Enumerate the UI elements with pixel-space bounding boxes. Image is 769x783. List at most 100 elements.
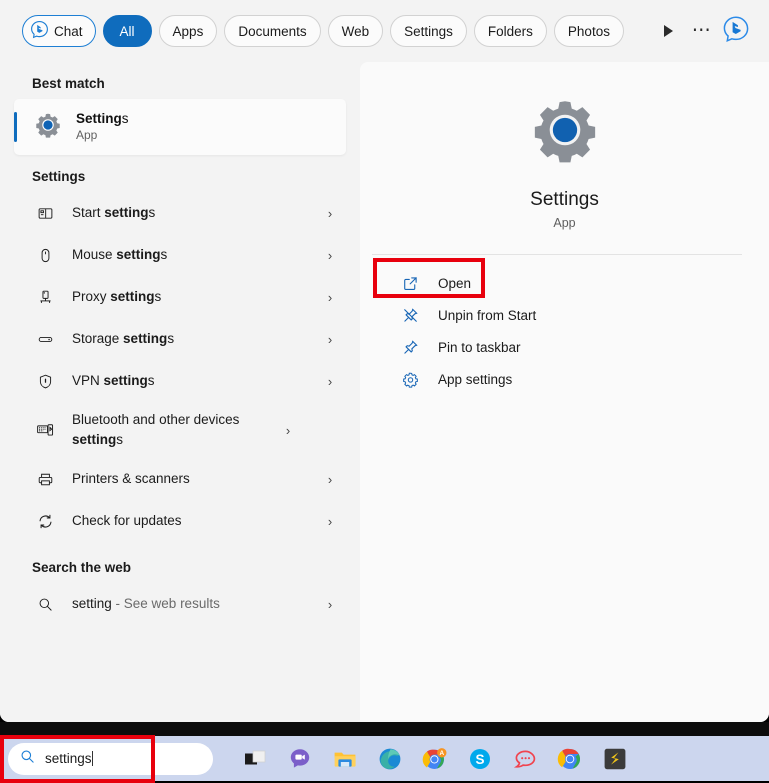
filter-overflow-next-button[interactable]: [651, 14, 685, 48]
chevron-right-icon: ›: [327, 247, 333, 263]
taskbar-icon-chat-bubble[interactable]: [510, 743, 540, 775]
result-item-proxy-settings[interactable]: Proxy settings ›: [14, 276, 346, 318]
filter-pill-all-label: All: [119, 23, 135, 39]
play-icon: [663, 25, 673, 37]
action-unpin-label: Unpin from Start: [438, 307, 537, 323]
taskbar-icon-chrome[interactable]: [555, 743, 585, 775]
taskbar-icon-sublime-text[interactable]: [600, 743, 630, 775]
result-item-start-settings[interactable]: Start settings ›: [14, 192, 346, 234]
result-label-storage-settings: Storage settings: [72, 331, 175, 347]
taskbar-icon-file-explorer[interactable]: [330, 743, 360, 775]
search-icon: [19, 748, 36, 770]
search-results-column: Best match Settings App Settings Start s…: [0, 62, 360, 722]
action-pin-to-taskbar[interactable]: Pin to taskbar: [384, 331, 769, 363]
chevron-right-icon: ›: [285, 422, 291, 438]
chevron-right-icon: ›: [327, 596, 333, 612]
search-icon: [34, 596, 56, 613]
result-label-printers-scanners: Printers & scanners: [72, 471, 190, 487]
filter-pill-documents[interactable]: Documents: [224, 15, 321, 47]
result-item-vpn-settings[interactable]: VPN settings ›: [14, 360, 346, 402]
filter-pill-apps[interactable]: Apps: [158, 15, 218, 47]
best-match-subtitle: App: [76, 128, 98, 143]
result-label-start-settings: Start settings: [72, 205, 156, 221]
filter-pill-web-label: Web: [341, 23, 370, 39]
taskbar-icon-edge[interactable]: [375, 743, 405, 775]
filter-pill-folders-label: Folders: [487, 23, 533, 39]
chevron-right-icon: ›: [327, 289, 333, 305]
result-item-mouse-settings[interactable]: Mouse settings ›: [14, 234, 346, 276]
filter-pill-apps-label: Apps: [172, 23, 204, 39]
result-item-bluetooth-settings[interactable]: Bluetooth and other devices settings ›: [14, 402, 346, 458]
best-match-title: Settings: [76, 111, 129, 128]
windows-taskbar: settings A S: [0, 734, 769, 783]
printer-icon: [34, 471, 56, 488]
ellipsis-icon: ⋯: [691, 20, 713, 41]
unpin-icon: [400, 307, 420, 324]
filter-pill-all[interactable]: All: [102, 15, 152, 47]
result-item-web-search[interactable]: setting - See web results ›: [14, 583, 346, 625]
filter-pill-photos[interactable]: Photos: [553, 15, 624, 47]
result-label-mouse-settings: Mouse settings: [72, 247, 168, 263]
bing-chat-button[interactable]: [719, 14, 753, 48]
web-search-suffix: - See web results: [111, 596, 220, 612]
best-match-texts: Settings App: [76, 111, 129, 144]
chevron-right-icon: ›: [327, 513, 333, 529]
result-label-proxy-settings: Proxy settings: [72, 289, 162, 305]
filter-pill-settings[interactable]: Settings: [390, 15, 467, 47]
filter-pill-settings-label: Settings: [404, 23, 453, 39]
best-match-title-rest: s: [121, 110, 129, 126]
best-match-result-settings[interactable]: Settings App: [14, 99, 346, 155]
bluetooth-devices-icon: [34, 421, 56, 439]
app-action-list: Open Unpin from Start Pin to taskbar App…: [360, 255, 769, 395]
result-label-bluetooth-settings: Bluetooth and other devices settings: [72, 412, 240, 447]
filter-pill-documents-label: Documents: [238, 23, 307, 39]
settings-gear-icon: [34, 111, 62, 144]
pin-icon: [400, 339, 420, 356]
result-item-storage-settings[interactable]: Storage settings ›: [14, 318, 346, 360]
action-app-settings-label: App settings: [438, 371, 513, 387]
search-the-web-heading: Search the web: [32, 560, 132, 575]
search-filter-bar: Chat All Apps Documents Web Settings Fol…: [0, 0, 769, 62]
action-app-settings[interactable]: App settings: [384, 363, 769, 395]
action-open[interactable]: Open: [384, 267, 769, 299]
filter-pill-folders[interactable]: Folders: [473, 15, 547, 47]
action-open-label: Open: [438, 275, 472, 291]
preview-app-name: Settings: [530, 189, 599, 210]
taskbar-icon-teams-chat[interactable]: [285, 743, 315, 775]
app-preview-panel: Settings App Open Unpin from Start Pin t…: [360, 62, 769, 722]
action-unpin-from-start[interactable]: Unpin from Start: [384, 299, 769, 331]
storage-drive-icon: [34, 331, 56, 348]
chevron-right-icon: ›: [327, 373, 333, 389]
taskbar-icon-task-view[interactable]: [240, 743, 270, 775]
result-item-printers-scanners[interactable]: Printers & scanners ›: [14, 458, 346, 500]
filter-bar-actions: ⋯: [651, 14, 769, 48]
mouse-icon: [34, 247, 56, 264]
more-options-button[interactable]: ⋯: [685, 14, 719, 48]
text-caret: [91, 751, 93, 766]
best-match-heading: Best match: [32, 76, 105, 91]
taskbar-icon-skype[interactable]: S: [465, 743, 495, 775]
start-menu-icon: [34, 205, 56, 222]
result-label-vpn-settings: VPN settings: [72, 373, 155, 389]
gear-icon: [400, 371, 420, 388]
result-label-check-for-updates: Check for updates: [72, 513, 182, 529]
filter-pill-chat[interactable]: Chat: [22, 15, 96, 47]
best-match-title-bold: Setting: [76, 110, 122, 126]
svg-text:S: S: [475, 752, 484, 767]
search-flyout-panel: Chat All Apps Documents Web Settings Fol…: [0, 0, 769, 722]
filter-pill-photos-label: Photos: [567, 23, 610, 39]
filter-pill-web[interactable]: Web: [327, 15, 384, 47]
taskbar-icon-chrome-beta[interactable]: A: [420, 743, 450, 775]
action-pin-taskbar-label: Pin to taskbar: [438, 339, 521, 355]
settings-gear-icon: [529, 101, 601, 170]
chevron-right-icon: ›: [327, 331, 333, 347]
preview-app-type: App: [553, 216, 576, 230]
desktop-strip: [0, 722, 769, 736]
proxy-server-icon: [34, 289, 56, 306]
chevron-right-icon: ›: [327, 471, 333, 487]
taskbar-search-input[interactable]: settings: [0, 734, 213, 783]
result-item-check-for-updates[interactable]: Check for updates ›: [14, 500, 346, 542]
settings-section-heading: Settings: [32, 169, 86, 184]
bing-chat-icon: [722, 15, 750, 48]
preview-hero: Settings App: [360, 62, 769, 230]
